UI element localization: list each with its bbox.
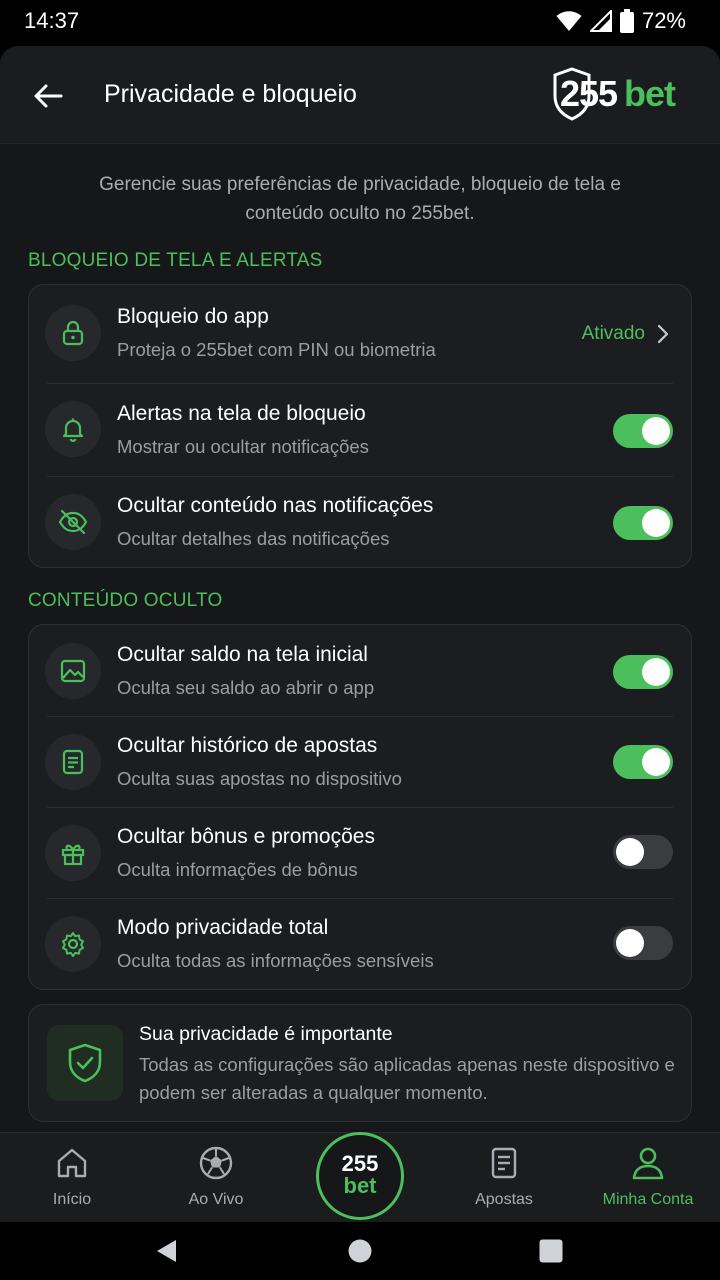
setting-subtitle: Oculta todas as informações sensíveis xyxy=(117,950,434,971)
setting-row-hide-bonus: Ocultar bônus e promoções Oculta informa… xyxy=(29,807,691,898)
setting-subtitle: Oculta informações de bônus xyxy=(117,859,358,880)
lock-icon-wrap xyxy=(45,305,101,361)
arrow-left-icon xyxy=(34,84,63,108)
bet-slip-icon xyxy=(491,1147,517,1179)
system-recents-icon[interactable] xyxy=(538,1238,564,1264)
shield-check-icon xyxy=(68,1043,102,1083)
setting-row-hide-balance: Ocultar saldo na tela inicial Oculta seu… xyxy=(29,625,691,716)
setting-title: Ocultar histórico de apostas xyxy=(117,734,378,757)
toggle-hide-bonus[interactable] xyxy=(613,835,673,869)
section-label-lock: BLOQUEIO DE TELA E ALERTAS xyxy=(28,250,323,271)
app-screen: Privacidade e bloqueio 255 bet Gerencie … xyxy=(0,46,720,1222)
toggle-knob xyxy=(642,509,670,537)
cell-signal-icon xyxy=(589,10,612,32)
toggle-lockscreen-alerts[interactable] xyxy=(613,414,673,448)
gear-icon xyxy=(62,932,84,957)
setting-subtitle: Proteja o 255bet com PIN ou biometria xyxy=(117,339,436,360)
system-home-icon[interactable] xyxy=(347,1238,373,1264)
setting-subtitle: Oculta suas apostas no dispositivo xyxy=(117,768,402,789)
system-back-icon[interactable] xyxy=(154,1238,180,1264)
nav-label: Minha Conta xyxy=(602,1191,694,1208)
setting-subtitle: Ocultar detalhes das notificações xyxy=(117,528,390,549)
home-icon xyxy=(57,1148,87,1178)
nav-item-inicio[interactable]: Início xyxy=(12,1133,132,1222)
soccer-ball-icon xyxy=(199,1146,233,1180)
page-title: Privacidade e bloqueio xyxy=(104,80,357,108)
center-logo-number: 255 xyxy=(341,1151,379,1176)
toggle-knob xyxy=(616,929,644,957)
gift-icon-wrap xyxy=(45,825,101,881)
bell-icon-wrap xyxy=(45,401,101,457)
gift-icon xyxy=(61,844,85,866)
app-lock-status: Ativado xyxy=(581,323,645,344)
bell-icon xyxy=(62,418,84,442)
wifi-icon xyxy=(556,11,582,31)
toggle-knob xyxy=(642,658,670,686)
info-text: Todas as configurações são aplicadas ape… xyxy=(139,1054,675,1103)
toggle-total-privacy[interactable] xyxy=(613,926,673,960)
eye-off-icon-wrap xyxy=(45,494,101,550)
nav-label: Ao Vivo xyxy=(188,1191,244,1208)
toggle-knob xyxy=(642,748,670,776)
setting-row-lockscreen-alerts: Alertas na tela de bloqueio Mostrar ou o… xyxy=(29,383,691,476)
setting-subtitle: Oculta seu saldo ao abrir o app xyxy=(117,677,375,698)
setting-title: Ocultar conteúdo nas notificações xyxy=(117,494,434,517)
chevron-right-icon xyxy=(657,324,669,344)
image-icon-wrap xyxy=(45,643,101,699)
privacy-info-card: Sua privacidade é importante Todas as co… xyxy=(28,1004,692,1122)
document-icon xyxy=(62,749,84,775)
eye-off-icon xyxy=(58,509,88,535)
section-label-hidden-content: CONTEÚDO OCULTO xyxy=(28,590,223,611)
setting-row-hide-bet-history: Ocultar histórico de apostas Oculta suas… xyxy=(29,716,691,807)
nav-label: Apostas xyxy=(475,1191,533,1208)
card-hidden-content: Ocultar saldo na tela inicial Oculta seu… xyxy=(28,624,692,990)
setting-title: Modo privacidade total xyxy=(117,916,329,939)
header: Privacidade e bloqueio 255 bet xyxy=(0,46,720,144)
brand-logo: 255 bet xyxy=(552,66,692,124)
setting-title: Alertas na tela de bloqueio xyxy=(117,402,366,425)
toggle-hide-balance[interactable] xyxy=(613,655,673,689)
setting-row-app-lock[interactable]: Bloqueio do app Proteja o 255bet com PIN… xyxy=(29,285,691,383)
toggle-hide-bet-history[interactable] xyxy=(613,745,673,779)
toggle-hide-notification-content[interactable] xyxy=(613,506,673,540)
gear-icon-wrap xyxy=(45,916,101,972)
nav-item-minha-conta[interactable]: Minha Conta xyxy=(588,1133,708,1222)
nav-label: Início xyxy=(52,1191,92,1208)
lock-icon xyxy=(62,320,84,346)
system-nav-bar xyxy=(0,1222,720,1280)
center-logo-word: bet xyxy=(343,1173,377,1198)
toggle-knob xyxy=(616,838,644,866)
battery-icon xyxy=(619,9,634,33)
shield-check-icon-wrap xyxy=(47,1025,123,1101)
setting-title: Bloqueio do app xyxy=(117,305,269,328)
intro-text: Gerencie suas preferências de privacidad… xyxy=(99,174,621,224)
info-title: Sua privacidade é importante xyxy=(139,1023,393,1045)
status-icons: 72% xyxy=(556,8,686,34)
status-bar: 14:37 72% xyxy=(0,0,720,44)
nav-item-ao-vivo[interactable]: Ao Vivo xyxy=(156,1133,276,1222)
document-icon-wrap xyxy=(45,734,101,790)
nav-item-apostas[interactable]: Apostas xyxy=(444,1133,564,1222)
setting-row-hide-notification-content: Ocultar conteúdo nas notificações Oculta… xyxy=(29,476,691,569)
battery-percent: 72% xyxy=(641,8,686,33)
toggle-knob xyxy=(642,417,670,445)
logo-word: bet xyxy=(624,73,676,114)
setting-row-total-privacy: Modo privacidade total Oculta todas as i… xyxy=(29,898,691,989)
logo-number: 255 xyxy=(560,73,618,114)
bottom-nav: Início Ao Vivo 255 bet Apostas Minha Con… xyxy=(0,1132,720,1222)
card-lock-alerts: Bloqueio do app Proteja o 255bet com PIN… xyxy=(28,284,692,568)
user-icon xyxy=(632,1147,664,1180)
status-time: 14:37 xyxy=(24,8,80,33)
setting-title: Ocultar bônus e promoções xyxy=(117,825,375,848)
nav-center-255bet-button[interactable]: 255 bet xyxy=(316,1132,404,1220)
setting-subtitle: Mostrar ou ocultar notificações xyxy=(117,436,369,457)
back-button[interactable] xyxy=(28,76,68,116)
image-icon xyxy=(60,659,86,683)
setting-title: Ocultar saldo na tela inicial xyxy=(117,643,368,666)
